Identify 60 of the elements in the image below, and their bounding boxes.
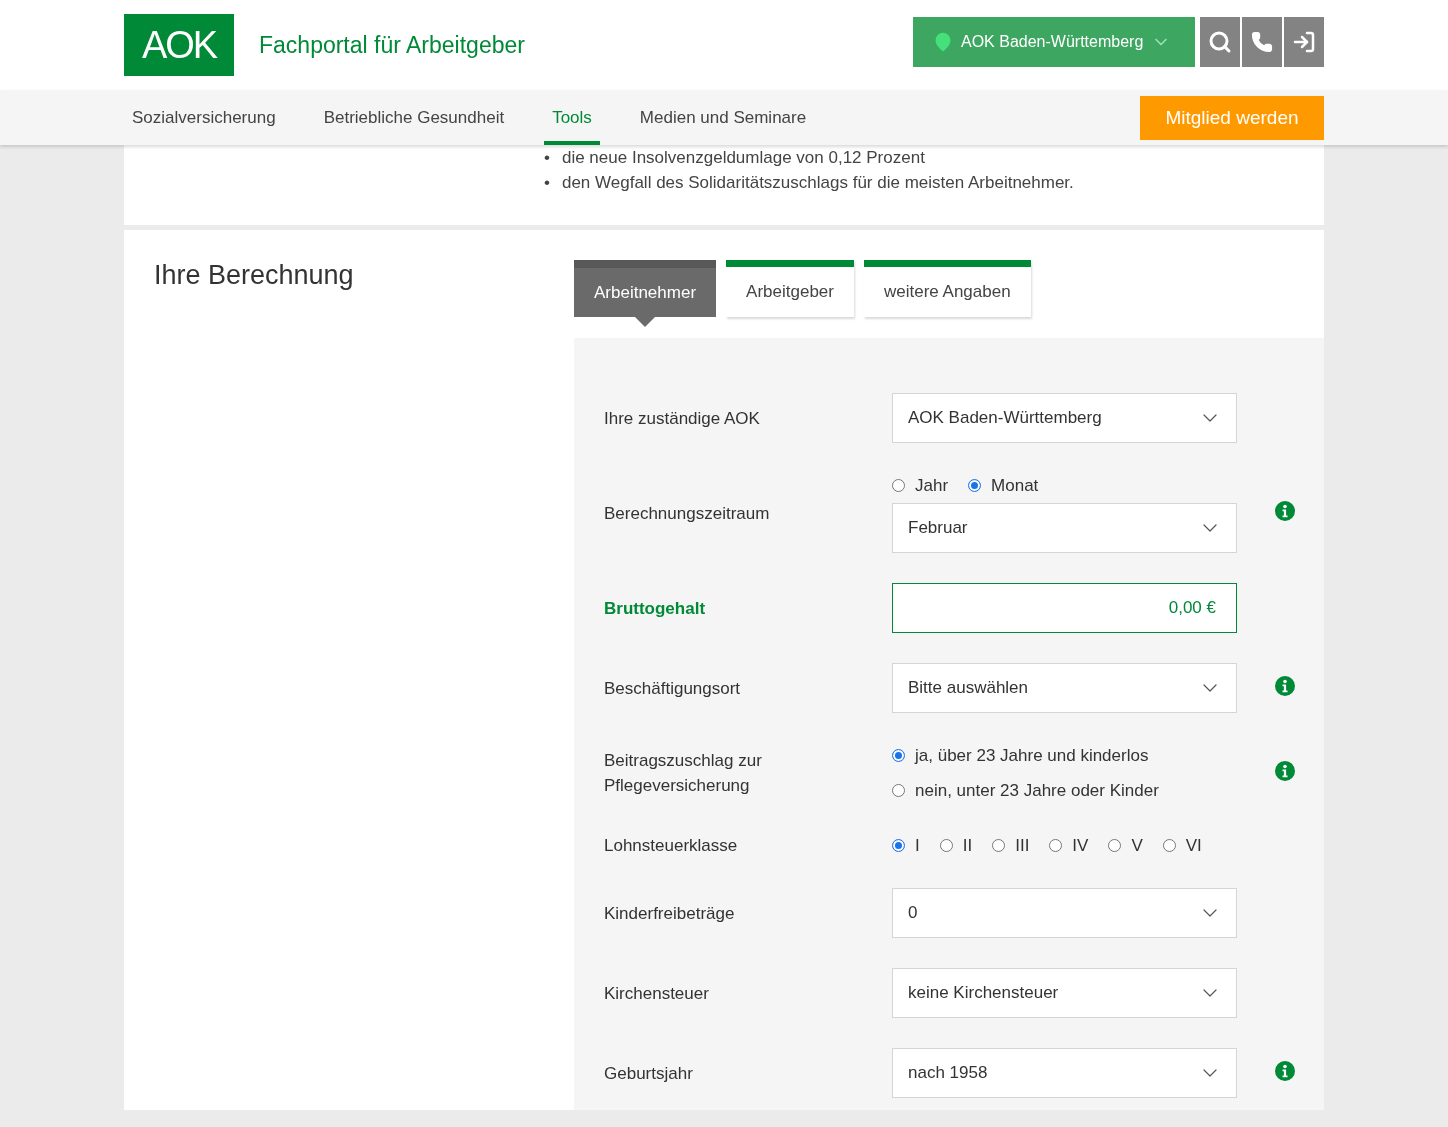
- info-icon[interactable]: [1275, 501, 1295, 521]
- radio-option[interactable]: I: [892, 833, 920, 858]
- radio-option[interactable]: VI: [1162, 833, 1202, 858]
- search-icon: [1208, 30, 1232, 54]
- radio-button[interactable]: [1049, 839, 1063, 852]
- select-field[interactable]: nach 1958: [892, 1048, 1237, 1098]
- radio-button[interactable]: [1162, 839, 1176, 852]
- radio-option[interactable]: nein, unter 23 Jahre oder Kinder: [892, 778, 1237, 803]
- bullet-text: die neue Insolvenzgeldumlage von 0,12 Prozent: [561, 147, 925, 169]
- radio-button[interactable]: [939, 839, 953, 852]
- radio-button[interactable]: [892, 749, 905, 762]
- tab[interactable]: weitere Angaben: [863, 260, 1031, 317]
- bullet-text: den Wegfall des Solidaritätszuschlags für die meisten Arbeitnehmer.: [561, 172, 1074, 194]
- nav-item[interactable]: Betriebliche Gesundheit: [315, 90, 513, 145]
- field-label: Ihre zuständige AOK: [604, 407, 761, 430]
- login-button[interactable]: [1284, 17, 1324, 67]
- select-field[interactable]: Bitte auswählen: [892, 663, 1237, 713]
- select-field[interactable]: AOK Baden-Württemberg: [892, 393, 1237, 443]
- portal-title: Fachportal für Arbeitgeber: [259, 31, 526, 59]
- phone-icon: [1251, 31, 1273, 53]
- radio-option[interactable]: V: [1108, 833, 1143, 858]
- radio-button[interactable]: [892, 784, 905, 797]
- radio-button[interactable]: [968, 479, 982, 492]
- select-field[interactable]: Februar: [892, 503, 1237, 553]
- field-label: Beschäftigungsort: [604, 677, 742, 700]
- field-label: Beitragszuschlag zur Pflegeversicherung: [604, 750, 763, 797]
- map-pin-icon: [933, 32, 953, 52]
- amount-input[interactable]: 0,00 €: [892, 583, 1237, 633]
- section-title: Ihre Berechnung: [153, 260, 355, 292]
- radio-button[interactable]: [1108, 839, 1122, 852]
- field-label: Kirchensteuer: [604, 982, 710, 1005]
- radio-option[interactable]: IV: [1049, 833, 1089, 858]
- info-icon[interactable]: [1275, 676, 1295, 696]
- field-label: Geburtsjahr: [604, 1062, 694, 1085]
- tab[interactable]: Arbeitgeber: [726, 260, 854, 317]
- nav-item[interactable]: Medien und Seminare: [631, 90, 815, 145]
- radio-option[interactable]: Jahr: [892, 473, 949, 498]
- logo[interactable]: AOK: [124, 14, 234, 76]
- select-field[interactable]: keine Kirchensteuer: [892, 968, 1237, 1018]
- radio-button[interactable]: [892, 839, 905, 852]
- radio-button[interactable]: [892, 479, 905, 492]
- radio-button[interactable]: [992, 839, 1006, 852]
- login-icon: [1292, 30, 1316, 54]
- field-label: Berechnungszeitraum: [604, 502, 771, 525]
- bullet-marker: •: [544, 172, 550, 194]
- info-icon[interactable]: [1275, 761, 1295, 781]
- radio-option[interactable]: III: [992, 833, 1030, 858]
- info-icon[interactable]: [1275, 1061, 1295, 1081]
- radio-option[interactable]: ja, über 23 Jahre und kinderlos: [892, 743, 1237, 768]
- bullet-marker: •: [544, 147, 550, 169]
- select-field[interactable]: 0: [892, 888, 1237, 938]
- radio-option[interactable]: Monat: [968, 473, 1039, 498]
- field-label: Kinderfreibeträge: [604, 902, 736, 925]
- tab-pointer-icon: [635, 317, 656, 327]
- phone-button[interactable]: [1242, 17, 1282, 67]
- radio-option[interactable]: II: [939, 833, 973, 858]
- field-label: Bruttogehalt: [604, 597, 707, 620]
- field-label: Lohnsteuerklasse: [604, 835, 739, 857]
- nav-item[interactable]: Sozialversicherung: [124, 90, 284, 145]
- search-button[interactable]: [1200, 17, 1240, 67]
